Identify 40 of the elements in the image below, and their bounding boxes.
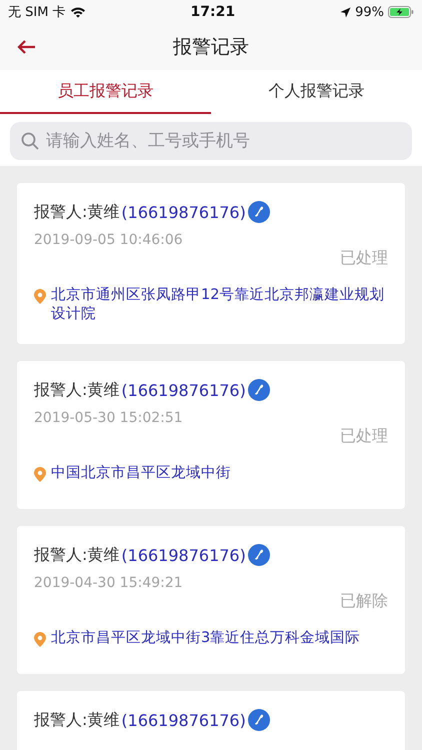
- search-icon: [21, 132, 39, 150]
- alarm-time: 2019-05-30 15:02:51: [34, 410, 184, 426]
- alarm-time: 2019-04-30 15:49:21: [34, 575, 184, 591]
- record-card[interactable]: 报警人:黄维(16619876176) 2019-04-30 15:49:21 已解除 北京市昌平区龙域中街3靠近住总万科金域国际: [17, 526, 405, 674]
- phone-icon[interactable]: [248, 379, 270, 401]
- phone-number[interactable]: (16619876176): [121, 202, 246, 222]
- reporter-name: 报警人:黄维: [34, 202, 120, 222]
- battery-charging-icon: [388, 6, 414, 18]
- page-title: 报警记录: [173, 36, 249, 58]
- location-pin-icon: [34, 467, 46, 482]
- record-card[interactable]: 报警人:黄维(16619876176) 2019-05-30 15:02:51 已处理 中国北京市昌平区龙域中街: [17, 361, 405, 509]
- reporter-name: 报警人:黄维: [34, 544, 120, 566]
- address-text: 北京市昌平区龙域中街3靠近住总万科金域国际: [51, 629, 360, 648]
- location-arrow-icon: [340, 6, 352, 18]
- address-text: 北京市通州区张凤路甲12号靠近北京邦瀛建业规划设计院: [51, 286, 386, 324]
- carrier-text: 无 SIM 卡: [8, 4, 66, 21]
- phone-icon[interactable]: [248, 201, 270, 223]
- location-pin-icon: [34, 632, 46, 647]
- location-pin-icon: [34, 289, 46, 304]
- tab[interactable]: 个人报警记录: [211, 70, 422, 114]
- phone-icon[interactable]: [248, 709, 270, 731]
- phone-number[interactable]: (16619876176): [121, 546, 246, 564]
- wifi-icon: [70, 6, 86, 18]
- search-field[interactable]: 请输入姓名、工号或手机号: [10, 122, 412, 160]
- phone-icon[interactable]: [248, 544, 270, 566]
- alarm-time: 2019-09-05 10:46:06: [34, 232, 184, 248]
- record-card[interactable]: 报警人:黄维(16619876176): [17, 691, 405, 750]
- alarm-status: 已处理: [340, 426, 388, 447]
- address-text: 中国北京市昌平区龙域中街: [51, 464, 231, 483]
- reporter-name: 报警人:黄维: [34, 710, 120, 730]
- battery-percent: 99%: [355, 4, 384, 20]
- alarm-status: 已解除: [340, 591, 388, 612]
- record-card[interactable]: 报警人:黄维(16619876176) 2019-09-05 10:46:06 已处理 北京市通州区张凤路甲12号靠近北京邦瀛建业规划设计院: [17, 183, 405, 344]
- phone-number[interactable]: (16619876176): [121, 710, 246, 730]
- back-arrow-icon[interactable]: [16, 39, 36, 55]
- reporter-name: 报警人:黄维: [34, 380, 120, 400]
- phone-number[interactable]: (16619876176): [121, 380, 246, 400]
- tab[interactable]: 员工报警记录: [0, 70, 211, 114]
- clock-time: 17:21: [190, 4, 236, 20]
- alarm-status: 已处理: [340, 248, 388, 269]
